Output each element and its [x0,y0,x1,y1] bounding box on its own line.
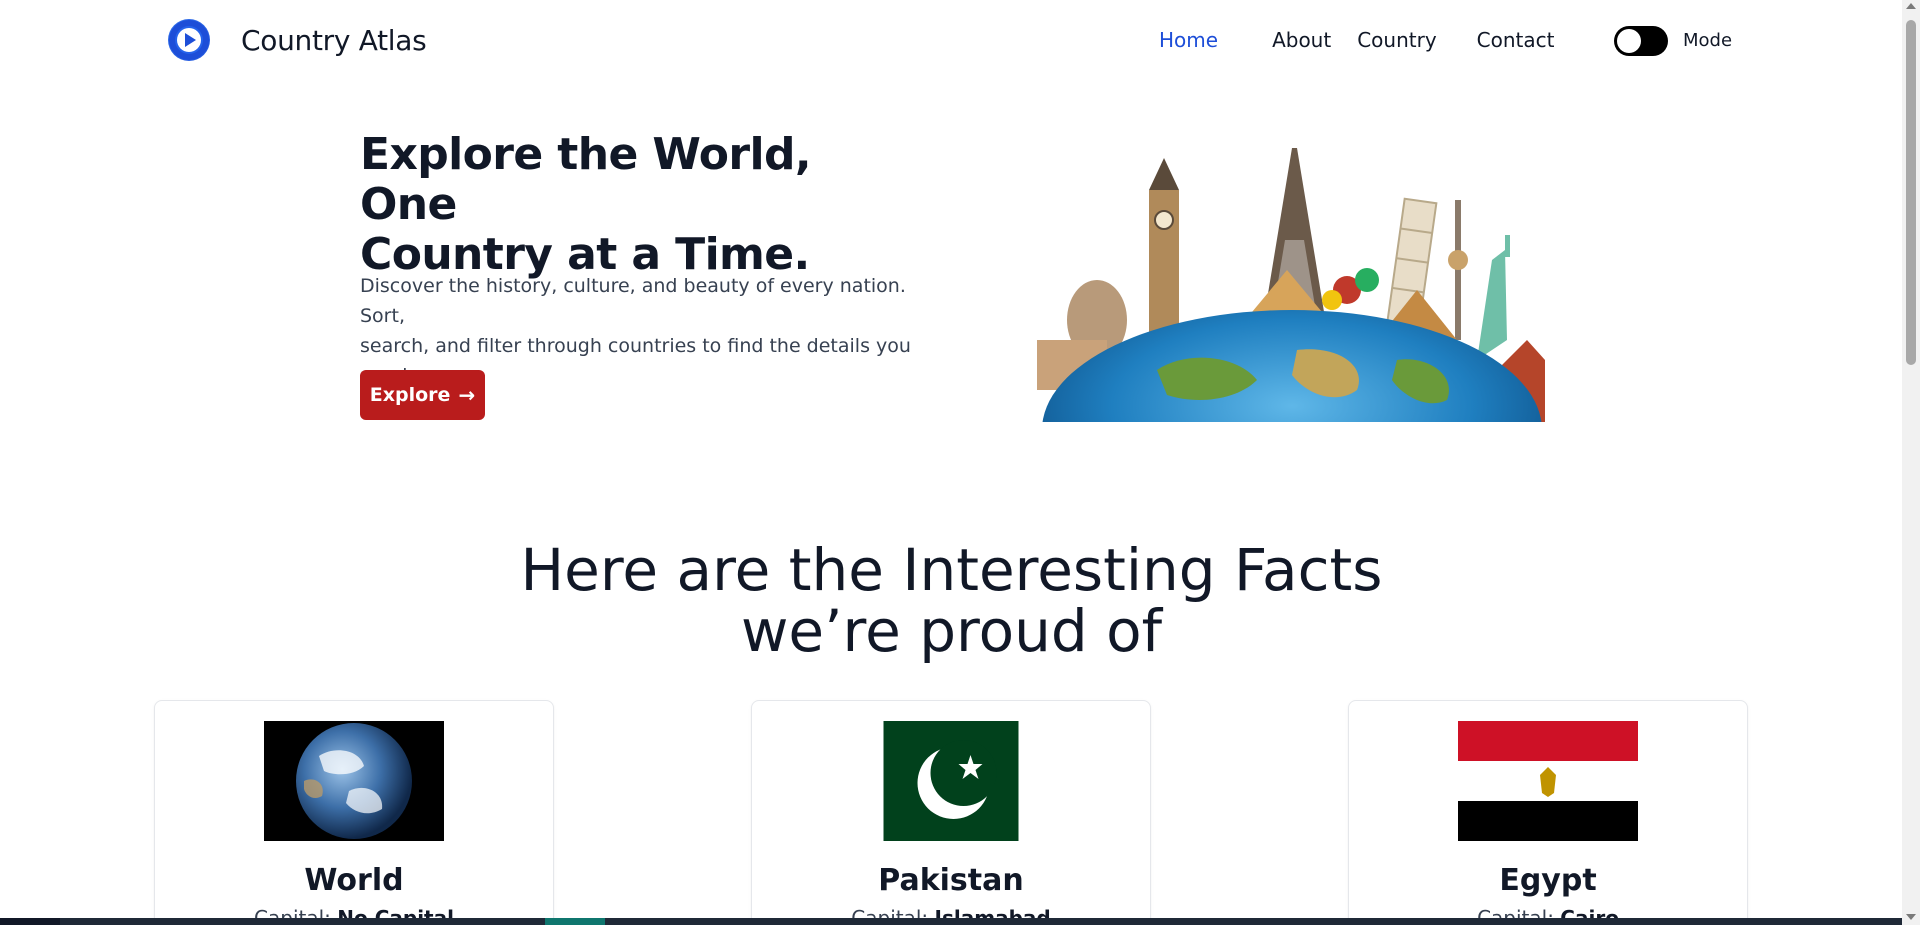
hero-desc-line1: Discover the history, culture, and beaut… [360,275,906,327]
nav-links: Home About Country Contact [1159,28,1554,52]
card-country-name: World [304,863,404,898]
card-country-name: Egypt [1499,863,1597,898]
navbar: Country Atlas Home About Country Contact… [0,0,1902,84]
card-country-name: Pakistan [878,863,1024,898]
scroll-thumb[interactable] [1906,20,1916,365]
play-circle-icon [168,19,210,61]
facts-heading-line2: we’re proud of [740,597,1163,665]
vertical-scrollbar[interactable] [1902,0,1920,925]
toggle-knob [1617,29,1641,53]
hero-title-line1: Explore the World, One [360,129,812,230]
bottom-strip [0,918,1902,925]
explore-button[interactable]: Explore → [360,370,485,420]
pakistan-flag-image [883,721,1019,841]
scroll-down-arrow-icon[interactable] [1906,914,1916,920]
facts-heading-line1: Here are the Interesting Facts [520,536,1383,604]
explore-button-label: Explore [369,384,451,406]
arrow-right-icon: → [458,383,476,407]
nav-contact[interactable]: Contact [1477,28,1555,52]
hero-title: Explore the World, One Country at a Time… [360,130,920,280]
nav-about[interactable]: About [1272,28,1331,52]
world-landmarks-image [1037,140,1545,550]
brand-title: Country Atlas [241,23,427,57]
nav-home[interactable]: Home [1159,28,1218,52]
mode-toggle[interactable] [1614,26,1668,56]
egypt-flag-image [1458,721,1638,841]
country-card-pakistan[interactable]: Pakistan Capital: Islamabad [751,700,1151,925]
nav-country[interactable]: Country [1357,28,1436,52]
country-card-egypt[interactable]: Egypt Capital: Cairo [1348,700,1748,925]
mode-label: Mode [1683,30,1733,51]
facts-heading: Here are the Interesting Facts we’re pro… [450,540,1453,662]
world-globe-image [264,721,444,841]
country-card-world[interactable]: World Capital: No Capital [154,700,554,925]
brand[interactable]: Country Atlas [168,19,427,61]
scroll-up-arrow-icon[interactable] [1906,3,1916,9]
